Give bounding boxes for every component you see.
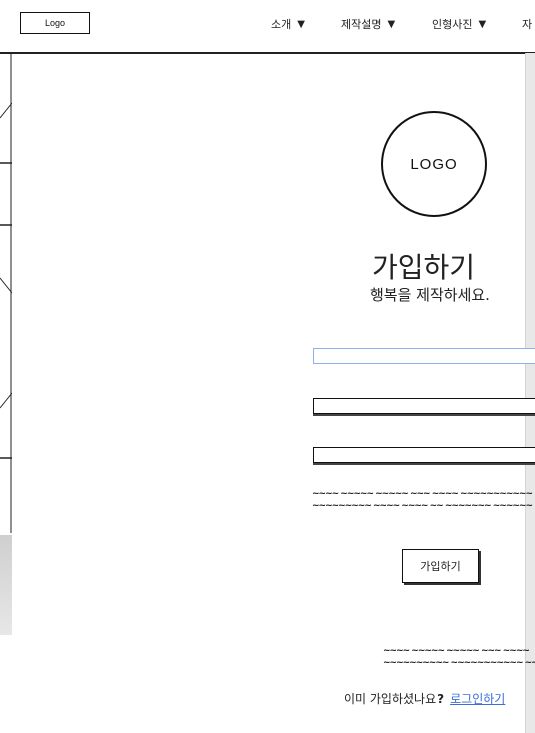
scrollbar[interactable] (525, 53, 535, 733)
nav-item-photos[interactable]: 인형사진 ▼ (432, 16, 486, 32)
nav-item-more[interactable]: 자 (522, 16, 532, 32)
id-input[interactable] (313, 348, 535, 364)
site-logo[interactable]: Logo (20, 12, 90, 34)
left-grey-strip (0, 535, 12, 635)
nav-item-label: 자 (522, 18, 533, 31)
helper-text-line: ~~~~~~~~~ ~~~~ ~~~~ ~~ ~~~~~~~ ~~~~~~ (312, 501, 533, 511)
footer-text-line: ~~~~~~~~~~ ~~~~~~~~~~~ ~~~~ (383, 658, 535, 668)
password-input[interactable] (313, 398, 535, 414)
caret-down-icon: ▼ (297, 18, 305, 30)
page-subtitle: 행복을 제작하세요. (370, 286, 490, 304)
login-prompt-question-mark: ? (437, 692, 445, 706)
nav-item-label: 소개 (271, 18, 292, 31)
nav-item-label: 인형사진 (432, 18, 473, 31)
login-link[interactable]: 로그인하기 (450, 692, 505, 706)
nav-item-intro[interactable]: 소개 ▼ (271, 16, 305, 32)
login-prompt-text: 이미 가입하셨나요 (344, 692, 437, 706)
footer-text-line: ~~~~ ~~~~~ ~~~~~ ~~~ ~~~~ (383, 646, 530, 656)
top-nav-bar: Logo 소개 ▼ 제작설명 ▼ 인형사진 ▼ 자 (0, 0, 535, 54)
circle-logo: LOGO (381, 111, 487, 217)
helper-text-line: ~~~~ ~~~~~ ~~~~~ ~~~ ~~~~ ~~~~~~~~~~~ (312, 489, 533, 499)
signup-button[interactable]: 가입하기 (402, 549, 479, 583)
left-sketch-panel (0, 53, 12, 533)
caret-down-icon: ▼ (478, 18, 487, 30)
nav-item-production[interactable]: 제작설명 ▼ (341, 16, 395, 32)
page-title: 가입하기 (372, 251, 476, 284)
login-prompt: 이미 가입하셨나요? 로그인하기 (344, 690, 505, 707)
signup-page: Logo 소개 ▼ 제작설명 ▼ 인형사진 ▼ 자 LOGO 가입하기 행복을 … (0, 0, 535, 733)
nav-item-label: 제작설명 (341, 18, 382, 31)
caret-down-icon: ▼ (387, 18, 396, 30)
sketch-lines (0, 53, 12, 533)
password-confirm-input[interactable] (313, 447, 535, 463)
